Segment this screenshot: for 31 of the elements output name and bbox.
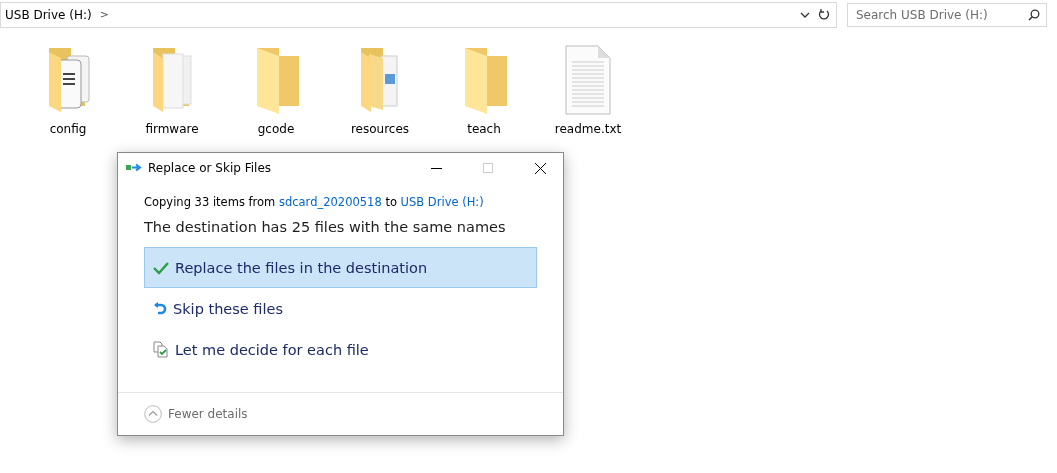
source-link[interactable]: sdcard_20200518 — [278, 195, 382, 209]
checkmark-icon — [153, 260, 169, 275]
copy-arrow-icon — [126, 163, 142, 173]
minimize-icon — [430, 167, 442, 169]
file-name: gcode — [257, 122, 295, 136]
dialog-heading: The destination has 25 files with the same names — [144, 219, 507, 235]
file-name: teach — [467, 122, 501, 136]
details-toggle[interactable]: Fewer details — [144, 405, 248, 423]
file-name: readme.txt — [554, 122, 622, 136]
refresh-icon[interactable] — [818, 8, 830, 21]
copy-summary: Copying 33 items from sdcard_20200518 to USB Drive (H:) — [144, 195, 485, 209]
destination-link[interactable]: USB Drive (H:) — [400, 195, 484, 209]
maximize-icon — [483, 163, 493, 173]
close-icon — [534, 162, 546, 174]
breadcrumb-separator: > — [99, 8, 109, 21]
dialog-title: Replace or Skip Files — [148, 161, 273, 175]
chevron-up-icon — [144, 405, 162, 423]
undo-arrow-icon — [153, 300, 167, 317]
chevron-down-icon[interactable] — [800, 10, 810, 19]
option-button[interactable]: Let me decide for each file — [144, 329, 537, 370]
text-file-icon — [563, 44, 613, 116]
option-button[interactable]: Skip these files — [144, 288, 537, 329]
file-name: resources — [350, 122, 410, 136]
option-button[interactable]: Replace the files in the destination — [144, 247, 537, 288]
search-icon[interactable] — [1028, 8, 1040, 21]
file-name: config — [49, 122, 87, 136]
breadcrumb: USB Drive (H:) — [5, 7, 92, 22]
file-name: firmware — [145, 122, 199, 136]
address-bar[interactable]: USB Drive (H:) > — [0, 1, 837, 28]
search-field[interactable]: Search USB Drive (H:) — [847, 2, 1047, 27]
file-check-icon — [153, 341, 169, 358]
